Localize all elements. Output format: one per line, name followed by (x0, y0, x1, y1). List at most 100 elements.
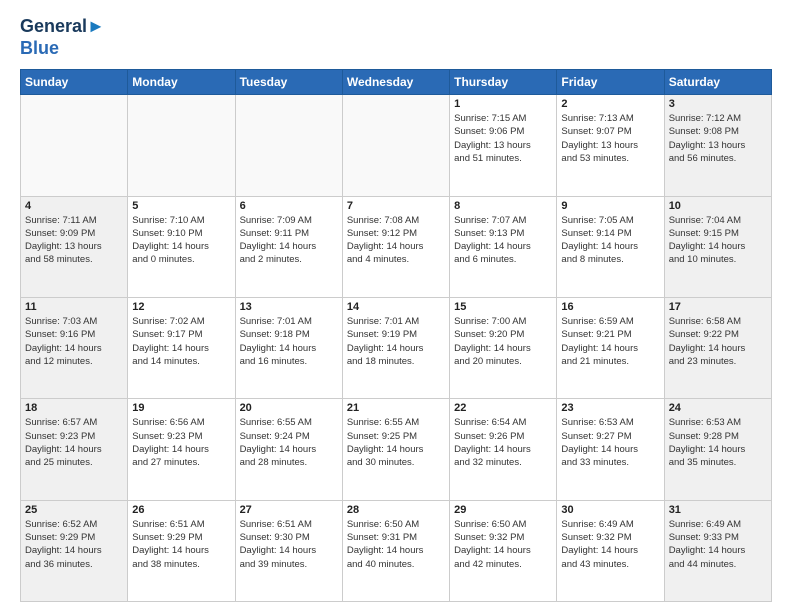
day-number: 1 (454, 98, 552, 110)
day-header-friday: Friday (557, 70, 664, 95)
day-number: 2 (561, 98, 659, 110)
day-info: Sunrise: 6:57 AMSunset: 9:23 PMDaylight:… (25, 416, 123, 469)
day-number: 25 (25, 504, 123, 516)
logo-text-blue: Blue (20, 38, 105, 60)
logo: General► Blue (20, 16, 105, 59)
calendar-cell: 7 Sunrise: 7:08 AMSunset: 9:12 PMDaylight… (342, 196, 449, 297)
calendar-cell: 14 Sunrise: 7:01 AMSunset: 9:19 PMDayligh… (342, 297, 449, 398)
day-number: 3 (669, 98, 767, 110)
calendar-cell: 10 Sunrise: 7:04 AMSunset: 9:15 PMDayligh… (664, 196, 771, 297)
page-header: General► Blue (20, 16, 772, 59)
day-info: Sunrise: 7:03 AMSunset: 9:16 PMDaylight:… (25, 315, 123, 368)
calendar-cell: 30 Sunrise: 6:49 AMSunset: 9:32 PMDayligh… (557, 500, 664, 601)
day-number: 10 (669, 200, 767, 212)
logo-text: General► (20, 16, 105, 38)
day-info: Sunrise: 6:56 AMSunset: 9:23 PMDaylight:… (132, 416, 230, 469)
day-number: 24 (669, 402, 767, 414)
day-info: Sunrise: 7:04 AMSunset: 9:15 PMDaylight:… (669, 214, 767, 267)
calendar-cell: 9 Sunrise: 7:05 AMSunset: 9:14 PMDaylight… (557, 196, 664, 297)
day-info: Sunrise: 7:11 AMSunset: 9:09 PMDaylight:… (25, 214, 123, 267)
day-number: 11 (25, 301, 123, 313)
day-number: 18 (25, 402, 123, 414)
calendar-cell: 12Sunrise: 7:02 AMSunset: 9:17 PMDayligh… (128, 297, 235, 398)
day-info: Sunrise: 6:55 AMSunset: 9:24 PMDaylight:… (240, 416, 338, 469)
day-number: 23 (561, 402, 659, 414)
day-info: Sunrise: 6:59 AMSunset: 9:21 PMDaylight:… (561, 315, 659, 368)
day-info: Sunrise: 6:54 AMSunset: 9:26 PMDaylight:… (454, 416, 552, 469)
calendar-cell (21, 95, 128, 196)
day-number: 20 (240, 402, 338, 414)
calendar-cell: 29 Sunrise: 6:50 AMSunset: 9:32 PMDayligh… (450, 500, 557, 601)
day-header-wednesday: Wednesday (342, 70, 449, 95)
calendar-cell: 15 Sunrise: 7:00 AMSunset: 9:20 PMDayligh… (450, 297, 557, 398)
day-number: 31 (669, 504, 767, 516)
day-number: 17 (669, 301, 767, 313)
day-header-monday: Monday (128, 70, 235, 95)
calendar-cell: 2 Sunrise: 7:13 AMSunset: 9:07 PMDaylight… (557, 95, 664, 196)
calendar-cell: 16 Sunrise: 6:59 AMSunset: 9:21 PMDayligh… (557, 297, 664, 398)
day-number: 28 (347, 504, 445, 516)
day-info: Sunrise: 7:15 AMSunset: 9:06 PMDaylight:… (454, 112, 552, 165)
calendar-cell: 25 Sunrise: 6:52 AMSunset: 9:29 PMDayligh… (21, 500, 128, 601)
day-info: Sunrise: 7:07 AMSunset: 9:13 PMDaylight:… (454, 214, 552, 267)
day-number: 7 (347, 200, 445, 212)
day-info: Sunrise: 7:00 AMSunset: 9:20 PMDaylight:… (454, 315, 552, 368)
calendar-cell: 31Sunrise: 6:49 AMSunset: 9:33 PMDayligh… (664, 500, 771, 601)
day-header-sunday: Sunday (21, 70, 128, 95)
calendar-cell: 13 Sunrise: 7:01 AMSunset: 9:18 PMDayligh… (235, 297, 342, 398)
day-info: Sunrise: 6:50 AMSunset: 9:31 PMDaylight:… (347, 518, 445, 571)
calendar-cell: 1 Sunrise: 7:15 AMSunset: 9:06 PMDaylight… (450, 95, 557, 196)
day-number: 13 (240, 301, 338, 313)
day-info: Sunrise: 7:13 AMSunset: 9:07 PMDaylight:… (561, 112, 659, 165)
day-info: Sunrise: 6:53 AMSunset: 9:28 PMDaylight:… (669, 416, 767, 469)
day-number: 14 (347, 301, 445, 313)
day-number: 9 (561, 200, 659, 212)
day-info: Sunrise: 7:12 AMSunset: 9:08 PMDaylight:… (669, 112, 767, 165)
day-info: Sunrise: 7:01 AMSunset: 9:19 PMDaylight:… (347, 315, 445, 368)
day-number: 8 (454, 200, 552, 212)
day-info: Sunrise: 7:05 AMSunset: 9:14 PMDaylight:… (561, 214, 659, 267)
calendar-cell (128, 95, 235, 196)
calendar-cell: 3 Sunrise: 7:12 AMSunset: 9:08 PMDaylight… (664, 95, 771, 196)
calendar-cell: 21 Sunrise: 6:55 AMSunset: 9:25 PMDayligh… (342, 399, 449, 500)
calendar-cell: 23Sunrise: 6:53 AMSunset: 9:27 PMDayligh… (557, 399, 664, 500)
calendar-week-1: 1 Sunrise: 7:15 AMSunset: 9:06 PMDaylight… (21, 95, 772, 196)
calendar-week-2: 4 Sunrise: 7:11 AMSunset: 9:09 PMDaylight… (21, 196, 772, 297)
day-number: 4 (25, 200, 123, 212)
day-info: Sunrise: 6:52 AMSunset: 9:29 PMDaylight:… (25, 518, 123, 571)
calendar-cell (342, 95, 449, 196)
day-info: Sunrise: 7:01 AMSunset: 9:18 PMDaylight:… (240, 315, 338, 368)
calendar-cell: 4 Sunrise: 7:11 AMSunset: 9:09 PMDaylight… (21, 196, 128, 297)
day-header-thursday: Thursday (450, 70, 557, 95)
day-number: 21 (347, 402, 445, 414)
calendar-cell: 6Sunrise: 7:09 AMSunset: 9:11 PMDaylight… (235, 196, 342, 297)
calendar-cell: 19 Sunrise: 6:56 AMSunset: 9:23 PMDayligh… (128, 399, 235, 500)
calendar-cell: 22 Sunrise: 6:54 AMSunset: 9:26 PMDayligh… (450, 399, 557, 500)
calendar-cell: 8 Sunrise: 7:07 AMSunset: 9:13 PMDaylight… (450, 196, 557, 297)
calendar-cell: 18 Sunrise: 6:57 AMSunset: 9:23 PMDayligh… (21, 399, 128, 500)
calendar-cell: 27 Sunrise: 6:51 AMSunset: 9:30 PMDayligh… (235, 500, 342, 601)
day-number: 19 (132, 402, 230, 414)
calendar-cell: 17Sunrise: 6:58 AMSunset: 9:22 PMDayligh… (664, 297, 771, 398)
day-info: Sunrise: 7:09 AMSunset: 9:11 PMDaylight:… (240, 214, 338, 267)
calendar-cell: 28 Sunrise: 6:50 AMSunset: 9:31 PMDayligh… (342, 500, 449, 601)
day-number: 16 (561, 301, 659, 313)
day-number: 27 (240, 504, 338, 516)
day-number: 22 (454, 402, 552, 414)
day-number: 5 (132, 200, 230, 212)
day-number: 26 (132, 504, 230, 516)
day-number: 29 (454, 504, 552, 516)
day-number: 30 (561, 504, 659, 516)
calendar-header-row: SundayMondayTuesdayWednesdayThursdayFrid… (21, 70, 772, 95)
day-number: 15 (454, 301, 552, 313)
calendar-table: SundayMondayTuesdayWednesdayThursdayFrid… (20, 69, 772, 602)
day-info: Sunrise: 6:50 AMSunset: 9:32 PMDaylight:… (454, 518, 552, 571)
day-info: Sunrise: 7:08 AMSunset: 9:12 PMDaylight:… (347, 214, 445, 267)
calendar-cell: 5Sunrise: 7:10 AMSunset: 9:10 PMDaylight… (128, 196, 235, 297)
day-header-tuesday: Tuesday (235, 70, 342, 95)
calendar-cell (235, 95, 342, 196)
day-info: Sunrise: 6:51 AMSunset: 9:30 PMDaylight:… (240, 518, 338, 571)
day-info: Sunrise: 6:51 AMSunset: 9:29 PMDaylight:… (132, 518, 230, 571)
day-info: Sunrise: 6:49 AMSunset: 9:32 PMDaylight:… (561, 518, 659, 571)
day-info: Sunrise: 6:55 AMSunset: 9:25 PMDaylight:… (347, 416, 445, 469)
